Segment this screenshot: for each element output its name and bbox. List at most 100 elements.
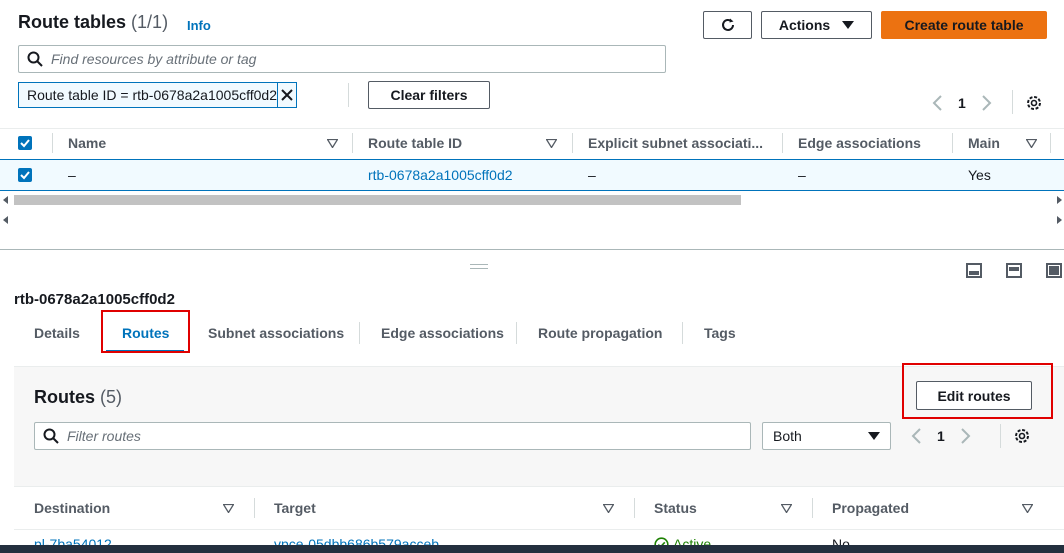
tab-divider bbox=[682, 322, 683, 344]
pagination: 1 bbox=[930, 94, 994, 112]
search-input[interactable]: Find resources by attribute or tag bbox=[51, 51, 256, 67]
sort-caret-icon[interactable] bbox=[603, 504, 614, 513]
panel-side-icon[interactable] bbox=[1006, 263, 1022, 278]
column-header-main[interactable]: Main bbox=[968, 135, 1000, 151]
cell-status: Active bbox=[654, 536, 711, 545]
resource-search[interactable]: Find resources by attribute or tag bbox=[18, 45, 666, 73]
divider bbox=[1012, 90, 1013, 114]
info-link[interactable]: Info bbox=[187, 18, 211, 33]
chevron-left-icon[interactable] bbox=[909, 427, 925, 445]
sort-caret-icon[interactable] bbox=[546, 139, 557, 148]
actions-button[interactable]: Actions bbox=[761, 11, 872, 39]
column-header-target[interactable]: Target bbox=[274, 500, 316, 516]
settings-gear-icon[interactable] bbox=[1025, 94, 1043, 112]
divider bbox=[1000, 424, 1001, 448]
cell-main: Yes bbox=[968, 167, 991, 183]
tab-details[interactable]: Details bbox=[34, 325, 80, 341]
route-type-select-value: Both bbox=[773, 428, 802, 444]
column-header-route-table-id[interactable]: Route table ID bbox=[368, 135, 462, 151]
split-panel-divider bbox=[0, 249, 1064, 250]
routes-page-number[interactable]: 1 bbox=[937, 428, 945, 444]
remove-filter-button[interactable] bbox=[276, 83, 296, 107]
table-row[interactable]: pl-7ba54012 vpce-05dbb686b579acceb Activ… bbox=[0, 530, 1064, 545]
filter-token[interactable]: Route table ID = rtb-0678a2a1005cff0d2 bbox=[18, 82, 297, 108]
chevron-left-icon[interactable] bbox=[930, 94, 946, 112]
page-title-count: (1/1) bbox=[131, 12, 169, 32]
cell-status-text: Active bbox=[673, 536, 712, 545]
refresh-button[interactable] bbox=[703, 11, 752, 39]
caret-down-icon bbox=[842, 21, 855, 29]
create-route-table-button[interactable]: Create route table bbox=[881, 11, 1047, 39]
column-header-propagated[interactable]: Propagated bbox=[832, 500, 909, 516]
routes-count: (5) bbox=[100, 387, 123, 407]
search-icon bbox=[27, 51, 43, 67]
panel-bottom-icon[interactable] bbox=[966, 263, 982, 278]
tab-edge-associations[interactable]: Edge associations bbox=[381, 325, 504, 341]
routes-title: Routes (5) bbox=[34, 387, 122, 408]
route-type-select[interactable]: Both bbox=[762, 422, 891, 450]
tab-divider bbox=[359, 322, 360, 344]
cell-destination-link[interactable]: pl-7ba54012 bbox=[34, 536, 112, 545]
cell-explicit-subnet: – bbox=[588, 167, 596, 183]
column-header-destination[interactable]: Destination bbox=[34, 500, 110, 516]
divider bbox=[254, 498, 255, 518]
tab-route-propagation[interactable]: Route propagation bbox=[538, 325, 662, 341]
resize-handle[interactable] bbox=[470, 264, 488, 269]
footer-bar bbox=[0, 545, 1064, 553]
cell-route-table-id-link[interactable]: rtb-0678a2a1005cff0d2 bbox=[368, 167, 513, 183]
divider bbox=[348, 83, 349, 107]
divider bbox=[1050, 133, 1051, 153]
check-icon bbox=[20, 171, 30, 180]
sort-caret-icon[interactable] bbox=[1022, 504, 1033, 513]
column-header-edge-associations[interactable]: Edge associations bbox=[798, 135, 921, 151]
sort-caret-icon[interactable] bbox=[223, 504, 234, 513]
scroll-left-arrow-icon[interactable] bbox=[3, 196, 9, 204]
divider bbox=[634, 498, 635, 518]
select-all-checkbox[interactable] bbox=[18, 136, 32, 150]
routes-pagination: 1 bbox=[909, 427, 973, 445]
filter-token-label: Route table ID = rtb-0678a2a1005cff0d2 bbox=[27, 87, 277, 103]
tab-divider bbox=[516, 322, 517, 344]
divider bbox=[952, 133, 953, 153]
tab-tags[interactable]: Tags bbox=[704, 325, 736, 341]
clear-filters-button[interactable]: Clear filters bbox=[368, 81, 490, 109]
sort-caret-icon[interactable] bbox=[327, 139, 338, 148]
column-header-explicit-subnet[interactable]: Explicit subnet associati... bbox=[588, 135, 763, 151]
page-title-text: Route tables bbox=[18, 12, 127, 32]
cell-name: – bbox=[68, 167, 76, 183]
chevron-right-icon[interactable] bbox=[957, 427, 973, 445]
table-row[interactable]: – rtb-0678a2a1005cff0d2 – – Yes bbox=[0, 159, 1064, 191]
row-checkbox[interactable] bbox=[18, 168, 32, 182]
tab-routes-highlight bbox=[101, 310, 190, 353]
horizontal-scrollbar-thumb[interactable] bbox=[14, 195, 741, 205]
sort-caret-icon[interactable] bbox=[781, 504, 792, 513]
close-icon bbox=[281, 89, 293, 101]
search-icon bbox=[43, 428, 59, 444]
tab-subnet-associations[interactable]: Subnet associations bbox=[208, 325, 344, 341]
settings-gear-icon[interactable] bbox=[1013, 427, 1031, 445]
divider bbox=[572, 133, 573, 153]
column-header-name[interactable]: Name bbox=[68, 135, 106, 151]
scroll-left-arrow-icon[interactable] bbox=[3, 216, 9, 224]
page-number[interactable]: 1 bbox=[958, 95, 966, 111]
actions-button-label: Actions bbox=[778, 17, 831, 33]
routes-filter[interactable]: Filter routes bbox=[34, 422, 751, 450]
scroll-right-arrow-icon[interactable] bbox=[1056, 196, 1062, 204]
page-title: Route tables (1/1) bbox=[18, 12, 168, 33]
cell-propagated: No bbox=[832, 536, 850, 545]
routes-title-text: Routes bbox=[34, 387, 96, 407]
refresh-icon bbox=[721, 18, 734, 31]
panel-full-icon[interactable] bbox=[1046, 263, 1062, 278]
column-header-status[interactable]: Status bbox=[654, 500, 697, 516]
chevron-right-icon[interactable] bbox=[978, 94, 994, 112]
caret-down-icon bbox=[868, 432, 880, 440]
divider bbox=[782, 133, 783, 153]
status-check-circle-icon bbox=[654, 536, 669, 545]
check-icon bbox=[20, 139, 30, 148]
sort-caret-icon[interactable] bbox=[1026, 139, 1037, 148]
routes-filter-input[interactable]: Filter routes bbox=[67, 428, 141, 444]
divider bbox=[812, 498, 813, 518]
scroll-right-arrow-icon[interactable] bbox=[1056, 216, 1062, 224]
cell-target-link[interactable]: vpce-05dbb686b579acceb bbox=[274, 536, 439, 545]
divider bbox=[52, 133, 53, 153]
